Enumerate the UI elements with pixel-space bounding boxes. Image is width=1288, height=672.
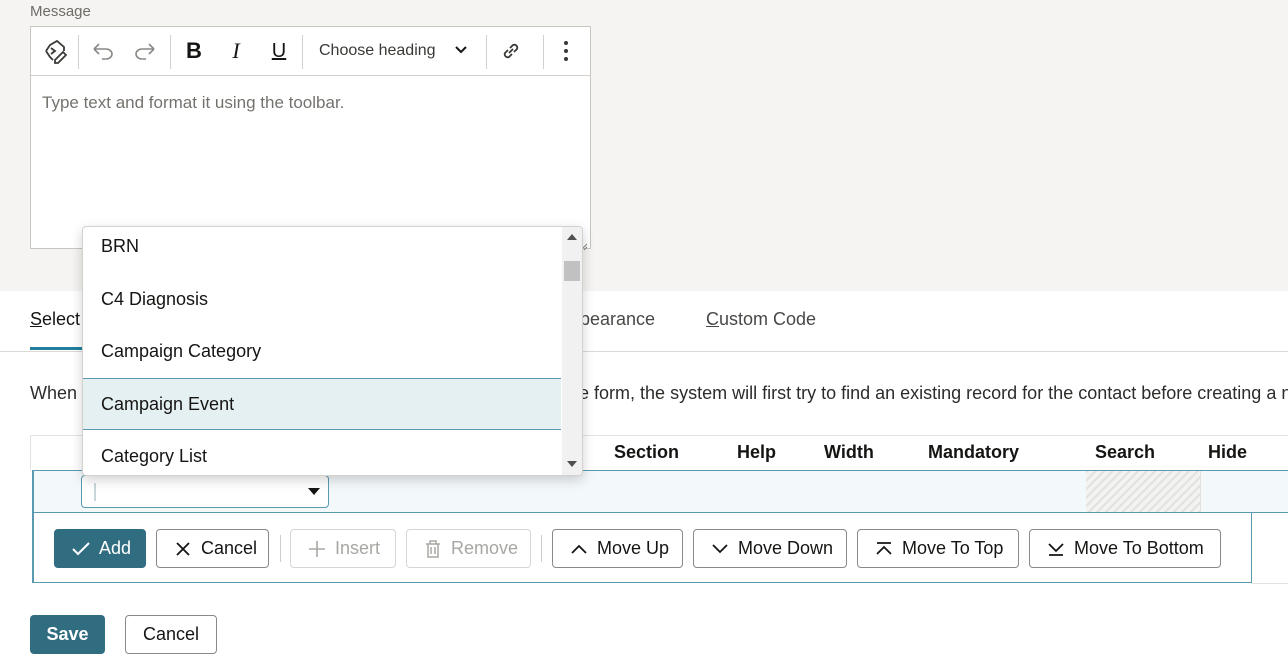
column-header-search[interactable]: Search (1095, 442, 1155, 463)
scroll-down-icon[interactable] (567, 461, 577, 467)
chevron-up-icon (569, 539, 589, 559)
remove-button[interactable]: Remove (406, 529, 531, 568)
dropdown-item[interactable]: C4 Diagnosis (83, 273, 561, 325)
column-header-section[interactable]: Section (614, 442, 679, 463)
add-button[interactable]: Add (54, 529, 146, 568)
underline-icon[interactable]: U (264, 27, 294, 75)
scroll-up-icon[interactable] (567, 234, 577, 240)
scrollbar-thumb[interactable] (564, 261, 580, 281)
column-header-hide[interactable]: Hide (1208, 442, 1247, 463)
chevron-down-icon[interactable] (308, 488, 320, 495)
dropdown-item[interactable]: BRN (83, 227, 561, 272)
dropdown-item[interactable]: Campaign Category (83, 325, 561, 377)
cancel-button[interactable]: Cancel (125, 615, 217, 654)
bold-icon[interactable]: B (179, 27, 209, 75)
rich-text-editor[interactable]: B I U Choose heading Type text and forma… (30, 26, 591, 251)
move-up-button[interactable]: Move Up (552, 529, 683, 568)
trash-icon (423, 539, 443, 559)
check-icon (71, 539, 91, 559)
tab-custom-code[interactable]: Custom Code (706, 309, 816, 330)
move-to-top-button[interactable]: Move To Top (857, 529, 1019, 568)
cancel-row-button[interactable]: Cancel (156, 529, 269, 568)
source-edit-icon[interactable] (37, 27, 73, 75)
dropdown-item[interactable]: Category List (83, 430, 561, 475)
move-to-top-icon (874, 539, 894, 559)
message-label: Message (30, 3, 91, 20)
link-icon[interactable] (495, 27, 527, 75)
dropdown-scrollbar[interactable] (562, 227, 582, 475)
italic-icon[interactable]: I (221, 27, 251, 75)
chevron-down-icon (710, 539, 730, 559)
save-button[interactable]: Save (30, 615, 105, 654)
insert-button[interactable]: Insert (290, 529, 396, 568)
column-header-width[interactable]: Width (824, 442, 874, 463)
search-cell-disabled (1086, 471, 1200, 512)
tab-select[interactable]: Select (30, 309, 80, 330)
dropdown-item-highlighted[interactable]: Campaign Event (83, 378, 561, 430)
move-to-bottom-button[interactable]: Move To Bottom (1029, 529, 1221, 568)
column-header-help[interactable]: Help (737, 442, 776, 463)
text-cursor (94, 483, 96, 501)
redo-icon[interactable] (129, 27, 161, 75)
field-dropdown-list[interactable]: BRN C4 Diagnosis Campaign Category Campa… (82, 226, 583, 476)
active-tab-indicator (30, 347, 82, 350)
field-combobox[interactable] (81, 475, 329, 508)
column-header-mandatory[interactable]: Mandatory (928, 442, 1019, 463)
editor-placeholder: Type text and format it using the toolba… (42, 93, 345, 112)
heading-select[interactable]: Choose heading (309, 27, 489, 75)
close-icon (173, 539, 193, 559)
heading-select-label: Choose heading (319, 42, 436, 59)
chevron-down-icon (454, 42, 468, 60)
move-down-button[interactable]: Move Down (693, 529, 847, 568)
undo-icon[interactable] (87, 27, 119, 75)
editor-toolbar: B I U Choose heading (31, 27, 590, 76)
move-to-bottom-icon (1046, 539, 1066, 559)
more-icon[interactable] (551, 27, 581, 75)
plus-icon (307, 539, 327, 559)
